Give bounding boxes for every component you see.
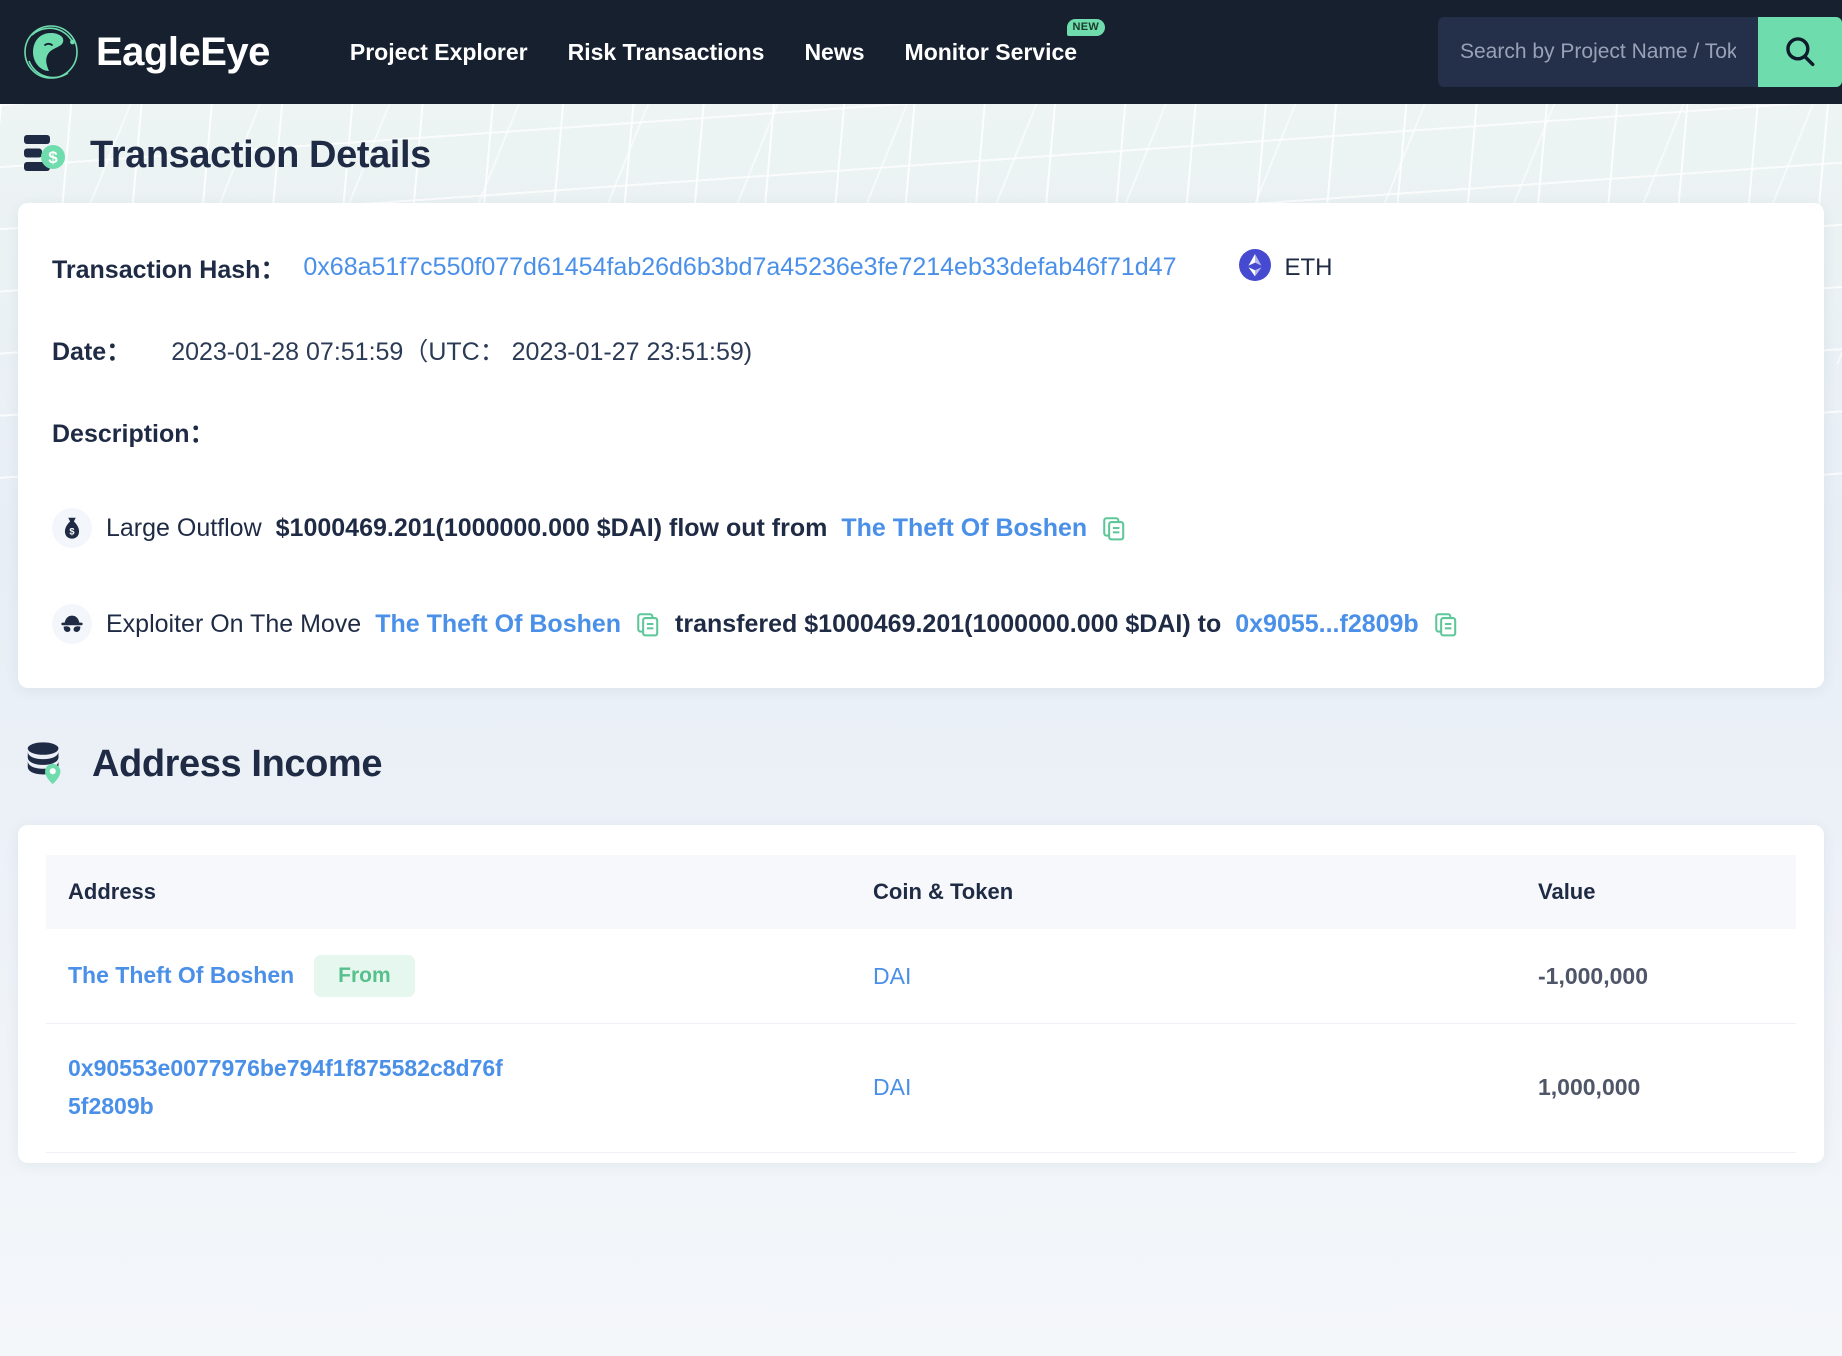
cell-value: 1,000,000 bbox=[1516, 1024, 1796, 1153]
transaction-hash-label: Transaction Hash： bbox=[52, 250, 285, 286]
transaction-details-card: Transaction Hash： 0x68a51f7c550f077d6145… bbox=[18, 203, 1824, 688]
money-bag-icon: $ bbox=[52, 508, 92, 548]
description-row: Description： bbox=[52, 414, 1790, 450]
nav-item-news[interactable]: News bbox=[802, 33, 866, 72]
exploiter-spy-icon bbox=[52, 604, 92, 644]
description-item-exploiter-move: Exploiter On The Move The Theft Of Boshe… bbox=[52, 604, 1790, 644]
nav-label: News bbox=[804, 39, 864, 65]
column-header-coin-token: Coin & Token bbox=[851, 855, 1516, 929]
chain-name: ETH bbox=[1285, 254, 1333, 282]
nav-links: Project Explorer Risk Transactions News … bbox=[348, 33, 1079, 72]
address-income-heading: Address Income bbox=[0, 688, 1842, 825]
token-link[interactable]: DAI bbox=[873, 1074, 911, 1100]
description-target-address[interactable]: 0x9055...f2809b bbox=[1235, 610, 1418, 639]
transaction-hash-value[interactable]: 0x68a51f7c550f077d61454fab26d6b3bd7a4523… bbox=[303, 253, 1176, 282]
address-cell-content: 0x90553e0077976be794f1f875582c8d76f5f280… bbox=[68, 1050, 851, 1126]
chain-badge: ETH bbox=[1239, 249, 1333, 286]
description-amount: $1000469.201(1000000.000 $DAI) flow out … bbox=[276, 514, 828, 543]
description-title: Large Outflow bbox=[106, 514, 262, 543]
nav-label: Project Explorer bbox=[350, 39, 528, 65]
top-navbar: EagleEye Project Explorer Risk Transacti… bbox=[0, 0, 1842, 104]
description-entity-link[interactable]: The Theft Of Boshen bbox=[375, 610, 621, 639]
nav-item-project-explorer[interactable]: Project Explorer bbox=[348, 33, 530, 72]
cell-token: DAI bbox=[851, 1024, 1516, 1153]
transaction-details-heading: $ Transaction Details bbox=[0, 104, 1842, 203]
search-icon bbox=[1783, 34, 1817, 71]
nav-item-monitor-service[interactable]: Monitor Service NEW bbox=[903, 33, 1080, 72]
nav-label: Monitor Service bbox=[905, 39, 1078, 65]
cell-token: DAI bbox=[851, 929, 1516, 1024]
svg-text:$: $ bbox=[48, 148, 58, 167]
description-label: Description： bbox=[52, 414, 215, 450]
column-header-address: Address bbox=[46, 855, 851, 929]
description-block: $ Large Outflow $1000469.201(1000000.000… bbox=[52, 508, 1790, 644]
new-badge: NEW bbox=[1067, 19, 1106, 36]
table-row: 0x90553e0077976be794f1f875582c8d76f5f280… bbox=[46, 1024, 1796, 1153]
token-link[interactable]: DAI bbox=[873, 963, 911, 989]
cell-address: 0x90553e0077976be794f1f875582c8d76f5f280… bbox=[46, 1024, 851, 1153]
nav-item-risk-transactions[interactable]: Risk Transactions bbox=[566, 33, 767, 72]
cell-address: The Theft Of Boshen From bbox=[46, 929, 851, 1024]
brand[interactable]: EagleEye bbox=[20, 21, 270, 83]
transaction-date-row: Date： 2023-01-28 07:51:59（UTC： 2023-01-2… bbox=[52, 332, 1790, 368]
address-link[interactable]: The Theft Of Boshen bbox=[68, 957, 294, 995]
address-income-title: Address Income bbox=[92, 743, 382, 786]
brand-name: EagleEye bbox=[96, 30, 270, 75]
copy-icon[interactable] bbox=[635, 611, 661, 637]
search-bar bbox=[1438, 17, 1842, 87]
transaction-hash-row: Transaction Hash： 0x68a51f7c550f077d6145… bbox=[52, 249, 1790, 286]
table-body: The Theft Of Boshen From DAI -1,000,000 … bbox=[46, 929, 1796, 1152]
search-button[interactable] bbox=[1758, 17, 1842, 87]
ethereum-icon bbox=[1239, 249, 1271, 286]
transaction-database-coin-icon: $ bbox=[22, 130, 68, 181]
table-row: The Theft Of Boshen From DAI -1,000,000 bbox=[46, 929, 1796, 1024]
table-header-row: Address Coin & Token Value bbox=[46, 855, 1796, 929]
eagle-logo-icon bbox=[20, 21, 82, 83]
column-header-value: Value bbox=[1516, 855, 1796, 929]
page-title: Transaction Details bbox=[90, 134, 431, 177]
address-income-table: Address Coin & Token Value The Theft Of … bbox=[46, 855, 1796, 1153]
description-transfer-text: transfered $1000469.201(1000000.000 $DAI… bbox=[675, 610, 1221, 639]
address-cell-content: The Theft Of Boshen From bbox=[68, 955, 851, 997]
database-location-icon bbox=[22, 738, 70, 791]
cell-value: -1,000,000 bbox=[1516, 929, 1796, 1024]
nav-label: Risk Transactions bbox=[568, 39, 765, 65]
copy-icon[interactable] bbox=[1433, 611, 1459, 637]
page-root: EagleEye Project Explorer Risk Transacti… bbox=[0, 0, 1842, 1356]
date-value: 2023-01-28 07:51:59（UTC： 2023-01-27 23:5… bbox=[171, 332, 752, 368]
address-income-card: Address Coin & Token Value The Theft Of … bbox=[18, 825, 1824, 1163]
description-title: Exploiter On The Move bbox=[106, 610, 361, 639]
svg-text:$: $ bbox=[69, 527, 75, 537]
search-input[interactable] bbox=[1438, 17, 1758, 87]
description-item-large-outflow: $ Large Outflow $1000469.201(1000000.000… bbox=[52, 508, 1790, 548]
date-label: Date： bbox=[52, 332, 131, 368]
table-header: Address Coin & Token Value bbox=[46, 855, 1796, 929]
copy-icon[interactable] bbox=[1101, 515, 1127, 541]
direction-tag: From bbox=[314, 955, 415, 997]
description-entity-link[interactable]: The Theft Of Boshen bbox=[841, 514, 1087, 543]
address-link[interactable]: 0x90553e0077976be794f1f875582c8d76f5f280… bbox=[68, 1050, 508, 1126]
